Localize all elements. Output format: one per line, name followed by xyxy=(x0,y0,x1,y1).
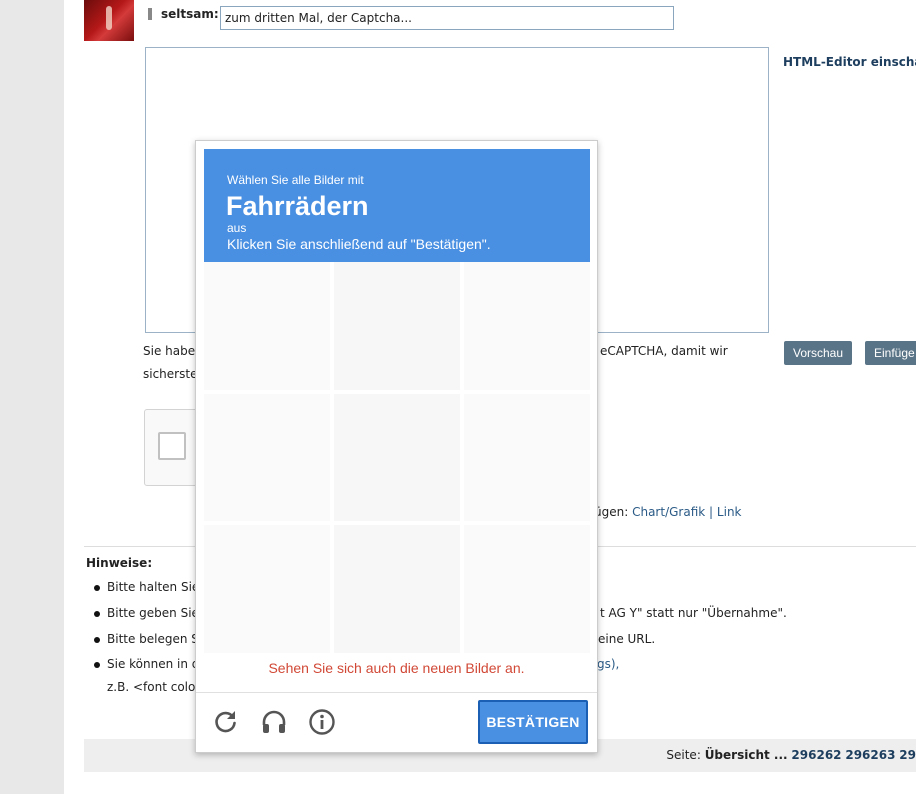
captcha-keyword: Fahrrädern xyxy=(226,191,369,221)
author-marker xyxy=(148,8,152,20)
insert-links: ügen: Chart/Grafik | Link xyxy=(594,505,742,519)
insert-separator: | xyxy=(709,505,714,519)
captcha-footer: BESTÄTIGEN xyxy=(196,692,597,753)
avatar xyxy=(84,0,134,41)
captcha-instruction: Wählen Sie alle Bilder mit xyxy=(227,173,364,187)
captcha-tile[interactable] xyxy=(464,262,590,390)
captcha-header: Wählen Sie alle Bilder mit Fahrrädern au… xyxy=(204,149,590,262)
hint-text-end: eine URL. xyxy=(598,632,656,646)
reload-icon[interactable] xyxy=(212,708,240,736)
hint-item: Bitte belegen S xyxy=(94,632,199,646)
captcha-tile[interactable] xyxy=(334,393,460,522)
hint-text-start: Bitte belegen S xyxy=(107,632,199,646)
verify-button[interactable]: BESTÄTIGEN xyxy=(478,700,588,744)
hint-text-start: Sie können in d xyxy=(107,657,200,671)
info-text-line2-start: sicherste xyxy=(143,367,198,381)
pager-page[interactable]: 296263 xyxy=(845,748,895,762)
preview-button[interactable]: Vorschau xyxy=(784,341,853,365)
bullet-icon xyxy=(94,610,100,617)
captcha-challenge: Wählen Sie alle Bilder mit Fahrrädern au… xyxy=(195,140,598,753)
subject-input[interactable] xyxy=(220,6,674,30)
chart-link[interactable]: Chart/Grafik xyxy=(632,505,705,519)
left-gutter xyxy=(0,0,64,794)
hint-text-end: t AG Y" statt nur "Übernahme". xyxy=(600,606,787,620)
captcha-image-grid xyxy=(204,262,590,653)
hint-item: Bitte halten Sie xyxy=(94,580,199,594)
hint-text-end: gs), xyxy=(597,657,620,671)
info-text-line1-start: Sie haben xyxy=(143,344,203,358)
captcha-tile[interactable] xyxy=(334,525,460,653)
hint-text-extra: z.B. <font color xyxy=(107,680,201,694)
hint-text-start: Bitte geben Sie xyxy=(107,606,199,620)
bullet-icon xyxy=(94,584,100,591)
pager-label: Seite: xyxy=(666,748,701,762)
captcha-tile[interactable] xyxy=(464,393,590,522)
author-name: seltsam: xyxy=(161,7,219,21)
captcha-tile[interactable] xyxy=(334,262,460,390)
insert-button[interactable]: Einfüge xyxy=(865,341,916,365)
headphones-icon[interactable] xyxy=(260,708,288,736)
captcha-confirm-hint: Klicken Sie anschließend auf "Bestätigen… xyxy=(227,236,491,252)
info-icon[interactable] xyxy=(308,708,336,736)
bullet-icon xyxy=(94,636,100,643)
captcha-tile[interactable] xyxy=(204,262,330,390)
author-row: seltsam: xyxy=(148,7,219,21)
hints-title: Hinweise: xyxy=(86,556,153,570)
link-link[interactable]: Link xyxy=(717,505,742,519)
pager-page[interactable]: 296262 xyxy=(791,748,841,762)
hint-item: Bitte geben Sie xyxy=(94,606,199,620)
pager-page[interactable]: 29 xyxy=(899,748,916,762)
info-text-line1-end: eCAPTCHA, damit wir xyxy=(600,344,728,358)
pager: Seite: Übersicht ... 296262 296263 29 xyxy=(666,748,916,762)
insert-label: ügen: xyxy=(594,505,629,519)
bullet-icon xyxy=(94,661,100,668)
captcha-tile[interactable] xyxy=(204,525,330,653)
captcha-suffix: aus xyxy=(227,221,247,235)
captcha-tile[interactable] xyxy=(204,393,330,522)
captcha-tile[interactable] xyxy=(464,525,590,653)
pager-overview[interactable]: Übersicht ... xyxy=(705,748,788,762)
captcha-new-images-message: Sehen Sie sich auch die neuen Bilder an. xyxy=(268,660,525,676)
html-editor-toggle[interactable]: HTML-Editor einschalt xyxy=(783,55,916,69)
recaptcha-checkbox[interactable] xyxy=(158,432,186,460)
hint-text-start: Bitte halten Sie xyxy=(107,580,200,594)
hint-item: Sie können in d xyxy=(94,657,199,671)
